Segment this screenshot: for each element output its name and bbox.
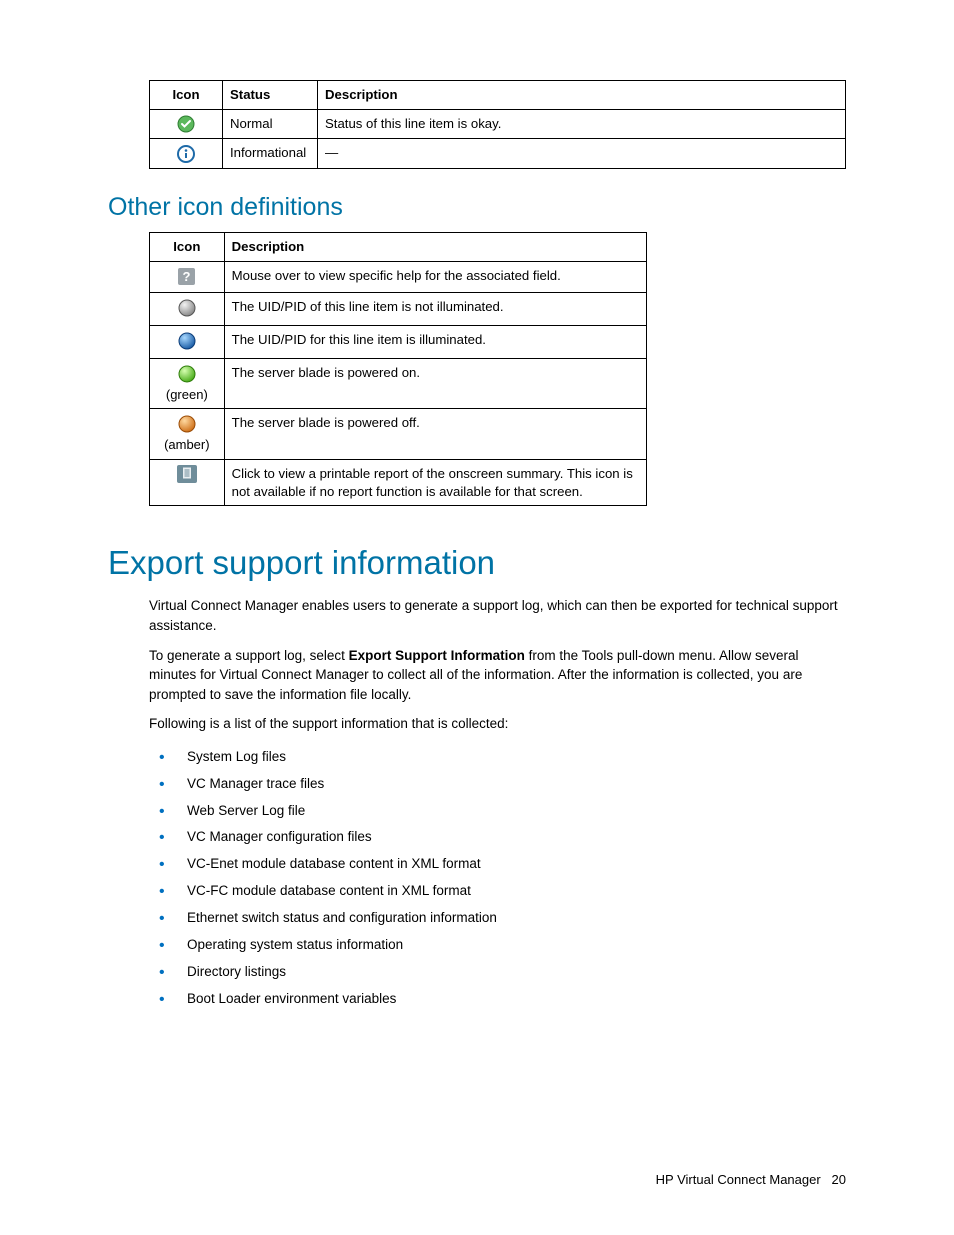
page-number: 20	[832, 1172, 846, 1187]
print-report-icon	[177, 465, 197, 483]
power-off-icon	[177, 414, 197, 434]
uid-on-icon	[177, 331, 197, 351]
table1-header-icon: Icon	[150, 81, 223, 110]
desc-cell: The server blade is powered on.	[224, 358, 646, 409]
other-icon-definitions-heading: Other icon definitions	[108, 193, 846, 222]
other-icon-table: Icon Description ? Mouse over to view sp…	[149, 232, 647, 507]
list-item: Directory listings	[149, 959, 846, 986]
table-row: (green) The server blade is powered on.	[150, 358, 647, 409]
desc-cell: Status of this line item is okay.	[318, 109, 846, 139]
list-item: Operating system status information	[149, 932, 846, 959]
table2-header-desc: Description	[224, 232, 646, 261]
list-item: Web Server Log file	[149, 798, 846, 825]
info-status-icon	[177, 145, 195, 163]
list-item: VC Manager configuration files	[149, 824, 846, 851]
list-item: System Log files	[149, 744, 846, 771]
footer-title: HP Virtual Connect Manager	[656, 1172, 821, 1187]
body-paragraph: To generate a support log, select Export…	[149, 646, 846, 705]
desc-cell: Click to view a printable report of the …	[224, 459, 646, 506]
bold-text: Export Support Information	[349, 648, 525, 663]
desc-cell: The server blade is powered off.	[224, 409, 646, 460]
page-footer: HP Virtual Connect Manager 20	[656, 1172, 846, 1187]
list-item: VC-Enet module database content in XML f…	[149, 851, 846, 878]
export-support-information-heading: Export support information	[108, 544, 846, 582]
desc-cell: Mouse over to view specific help for the…	[224, 261, 646, 292]
support-info-list: System Log files VC Manager trace files …	[149, 744, 846, 1013]
table-row: ? Mouse over to view specific help for t…	[150, 261, 647, 292]
table-row: Normal Status of this line item is okay.	[150, 109, 846, 139]
text-span: To generate a support log, select	[149, 648, 349, 663]
body-paragraph: Virtual Connect Manager enables users to…	[149, 596, 846, 635]
document-page: Icon Status Description Normal Status of…	[0, 0, 954, 1235]
table-row: Informational —	[150, 139, 846, 169]
status-icon-table: Icon Status Description Normal Status of…	[149, 80, 846, 169]
table2-header-icon: Icon	[150, 232, 225, 261]
list-item: Ethernet switch status and configuration…	[149, 905, 846, 932]
power-on-icon	[177, 364, 197, 384]
status-cell: Informational	[223, 139, 318, 169]
list-item: VC Manager trace files	[149, 771, 846, 798]
table1-header-desc: Description	[318, 81, 846, 110]
icon-note: (green)	[157, 386, 217, 404]
table-row: Click to view a printable report of the …	[150, 459, 647, 506]
table1-header-status: Status	[223, 81, 318, 110]
help-icon: ?	[178, 268, 195, 285]
status-cell: Normal	[223, 109, 318, 139]
list-item: Boot Loader environment variables	[149, 986, 846, 1013]
table-row: The UID/PID of this line item is not ill…	[150, 292, 647, 325]
table-row: (amber) The server blade is powered off.	[150, 409, 647, 460]
icon-note: (amber)	[157, 436, 217, 454]
desc-cell: The UID/PID of this line item is not ill…	[224, 292, 646, 325]
list-item: VC-FC module database content in XML for…	[149, 878, 846, 905]
desc-cell: —	[318, 139, 846, 169]
desc-cell: The UID/PID for this line item is illumi…	[224, 325, 646, 358]
table-row: The UID/PID for this line item is illumi…	[150, 325, 647, 358]
uid-off-icon	[177, 298, 197, 318]
ok-status-icon	[177, 115, 195, 133]
body-paragraph: Following is a list of the support infor…	[149, 714, 846, 734]
svg-text:?: ?	[183, 269, 191, 284]
